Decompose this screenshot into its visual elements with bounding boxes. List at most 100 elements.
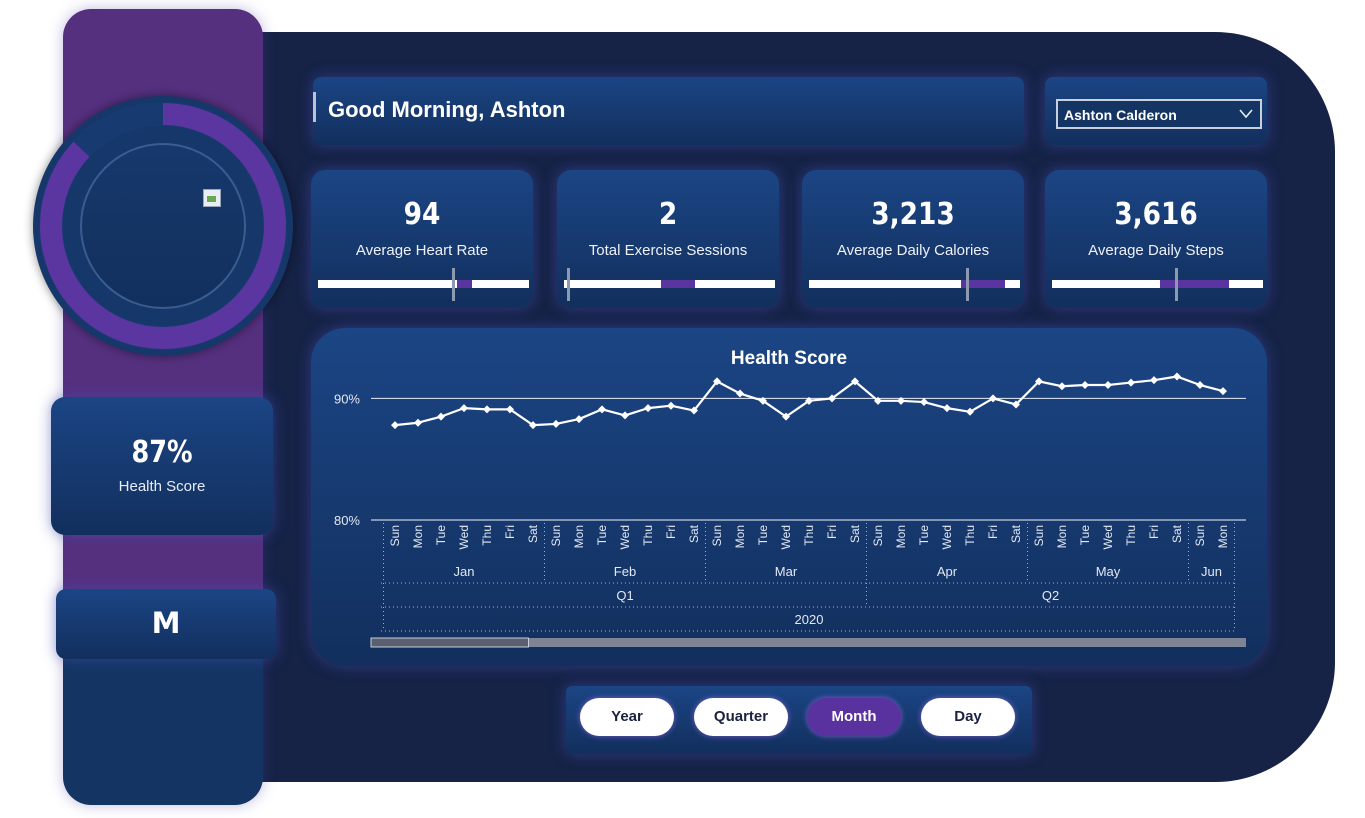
kpi-bullet-bar	[318, 268, 529, 301]
data-point	[552, 419, 560, 428]
kpi-label: Average Daily Steps	[1088, 242, 1224, 259]
ring-center	[80, 143, 246, 309]
x-tick-label: Sun	[1032, 525, 1046, 546]
x-tick-label: Fri	[664, 525, 678, 539]
kpi-value: 3,616	[1114, 197, 1198, 232]
kpi-marker	[1175, 268, 1179, 301]
kpi-label: Total Exercise Sessions	[588, 242, 748, 259]
x-tick-label: Wed	[457, 525, 471, 549]
data-point	[391, 421, 399, 430]
health-score-ring	[33, 96, 293, 356]
kpi-value: 2	[658, 197, 678, 232]
year-button[interactable]: Year	[580, 698, 674, 736]
health-score-card: 87% Health Score	[51, 397, 273, 535]
x-tick-label: Thu	[963, 525, 977, 546]
user-select-card: Ashton Calderon	[1045, 77, 1267, 145]
data-point	[1104, 381, 1112, 390]
month-label: Jun	[1201, 564, 1222, 579]
y-tick-label: 90%	[334, 391, 360, 406]
data-point	[1219, 387, 1227, 396]
kpi-marker	[567, 268, 571, 301]
x-tick-label: Wed	[940, 525, 954, 549]
kpi-marker	[966, 268, 970, 301]
data-point	[1150, 376, 1158, 385]
user-avatar-icon	[203, 189, 221, 207]
health-score-value: 87%	[131, 435, 193, 470]
x-tick-label: Tue	[1078, 525, 1092, 546]
x-tick-label: Sun	[710, 525, 724, 546]
x-tick-label: Mon	[572, 525, 586, 548]
data-point	[667, 401, 675, 410]
kpi-bullet-bar	[809, 268, 1020, 301]
day-button[interactable]: Day	[921, 698, 1015, 736]
chart-title: Health Score	[731, 348, 847, 369]
x-tick-label: Thu	[641, 525, 655, 546]
month-button[interactable]: Month	[807, 698, 901, 736]
data-point	[1081, 381, 1089, 390]
quarter-label: Q2	[1042, 588, 1059, 603]
kpi-label: Average Daily Calories	[836, 242, 990, 259]
x-tick-label: Sun	[388, 525, 402, 546]
x-tick-label: Sat	[526, 524, 540, 543]
health-score-chart: Health Score 90% 80% Sun Mon Tue Wed Thu Fri Sat…	[334, 348, 1246, 648]
data-point	[1173, 372, 1181, 381]
user-select-value: Ashton Calderon	[1064, 107, 1177, 123]
kpi-card-exercise-sessions: 2 Total Exercise Sessions	[557, 170, 779, 308]
greeting-card: Good Morning, Ashton	[313, 77, 1024, 145]
x-tick-label: Mon	[411, 525, 425, 548]
month-label: Feb	[614, 564, 636, 579]
user-select-dropdown[interactable]: Ashton Calderon	[1056, 99, 1262, 129]
chevron-down-icon	[1239, 109, 1253, 119]
quarter-label: Q1	[616, 588, 633, 603]
data-point	[598, 405, 606, 414]
data-point	[621, 411, 629, 420]
x-tick-label: Sat	[1170, 524, 1184, 543]
x-tick-label: Sat	[848, 524, 862, 543]
x-tick-label: Thu	[480, 525, 494, 546]
data-point	[1127, 378, 1135, 387]
x-tick-label: Thu	[802, 525, 816, 546]
kpi-card-daily-calories: 3,213 Average Daily Calories	[802, 170, 1024, 308]
month-label: Mar	[775, 564, 798, 579]
x-tick-label: Thu	[1124, 525, 1138, 546]
month-label: Apr	[937, 564, 958, 579]
greeting-text: Good Morning, Ashton	[328, 97, 566, 122]
kpi-target-range	[457, 280, 473, 288]
y-tick-label: 80%	[334, 513, 360, 528]
data-point	[1058, 382, 1066, 391]
kpi-marker	[452, 268, 456, 301]
greeting-accent-bar	[313, 92, 316, 122]
health-score-label: Health Score	[118, 478, 206, 495]
data-point	[736, 389, 744, 398]
data-point	[483, 405, 491, 414]
data-point	[644, 404, 652, 413]
x-tick-label: Wed	[779, 525, 793, 549]
quarter-button[interactable]: Quarter	[694, 698, 788, 736]
chart-scrollbar-thumb[interactable]	[370, 637, 529, 648]
kpi-bullet-bar	[1052, 268, 1263, 301]
year-label: 2020	[795, 612, 824, 627]
kpi-value: 3,213	[871, 197, 955, 232]
time-granularity-bar: Year Quarter Month Day	[566, 686, 1032, 754]
data-point	[414, 418, 422, 427]
x-tick-label: Fri	[1147, 525, 1161, 539]
x-tick-label: Fri	[503, 525, 517, 539]
data-point	[437, 412, 445, 421]
kpi-label: Average Heart Rate	[355, 242, 489, 259]
data-point	[943, 404, 951, 413]
data-point	[920, 398, 928, 407]
x-tick-label: Fri	[986, 525, 1000, 539]
gender-card: M	[56, 589, 276, 659]
x-tick-label: Sun	[549, 525, 563, 546]
x-tick-label: Tue	[917, 525, 931, 546]
kpi-target-range	[661, 280, 695, 288]
data-point	[1196, 381, 1204, 390]
month-label: Jan	[454, 564, 475, 579]
x-tick-label: Mon	[1216, 525, 1230, 548]
kpi-value: 94	[403, 197, 441, 232]
x-tick-label: Mon	[1055, 525, 1069, 548]
x-tick-label: Sat	[687, 524, 701, 543]
x-tick-label: Tue	[434, 525, 448, 546]
x-tick-label: Sun	[1193, 525, 1207, 546]
x-tick-label: Tue	[756, 525, 770, 546]
